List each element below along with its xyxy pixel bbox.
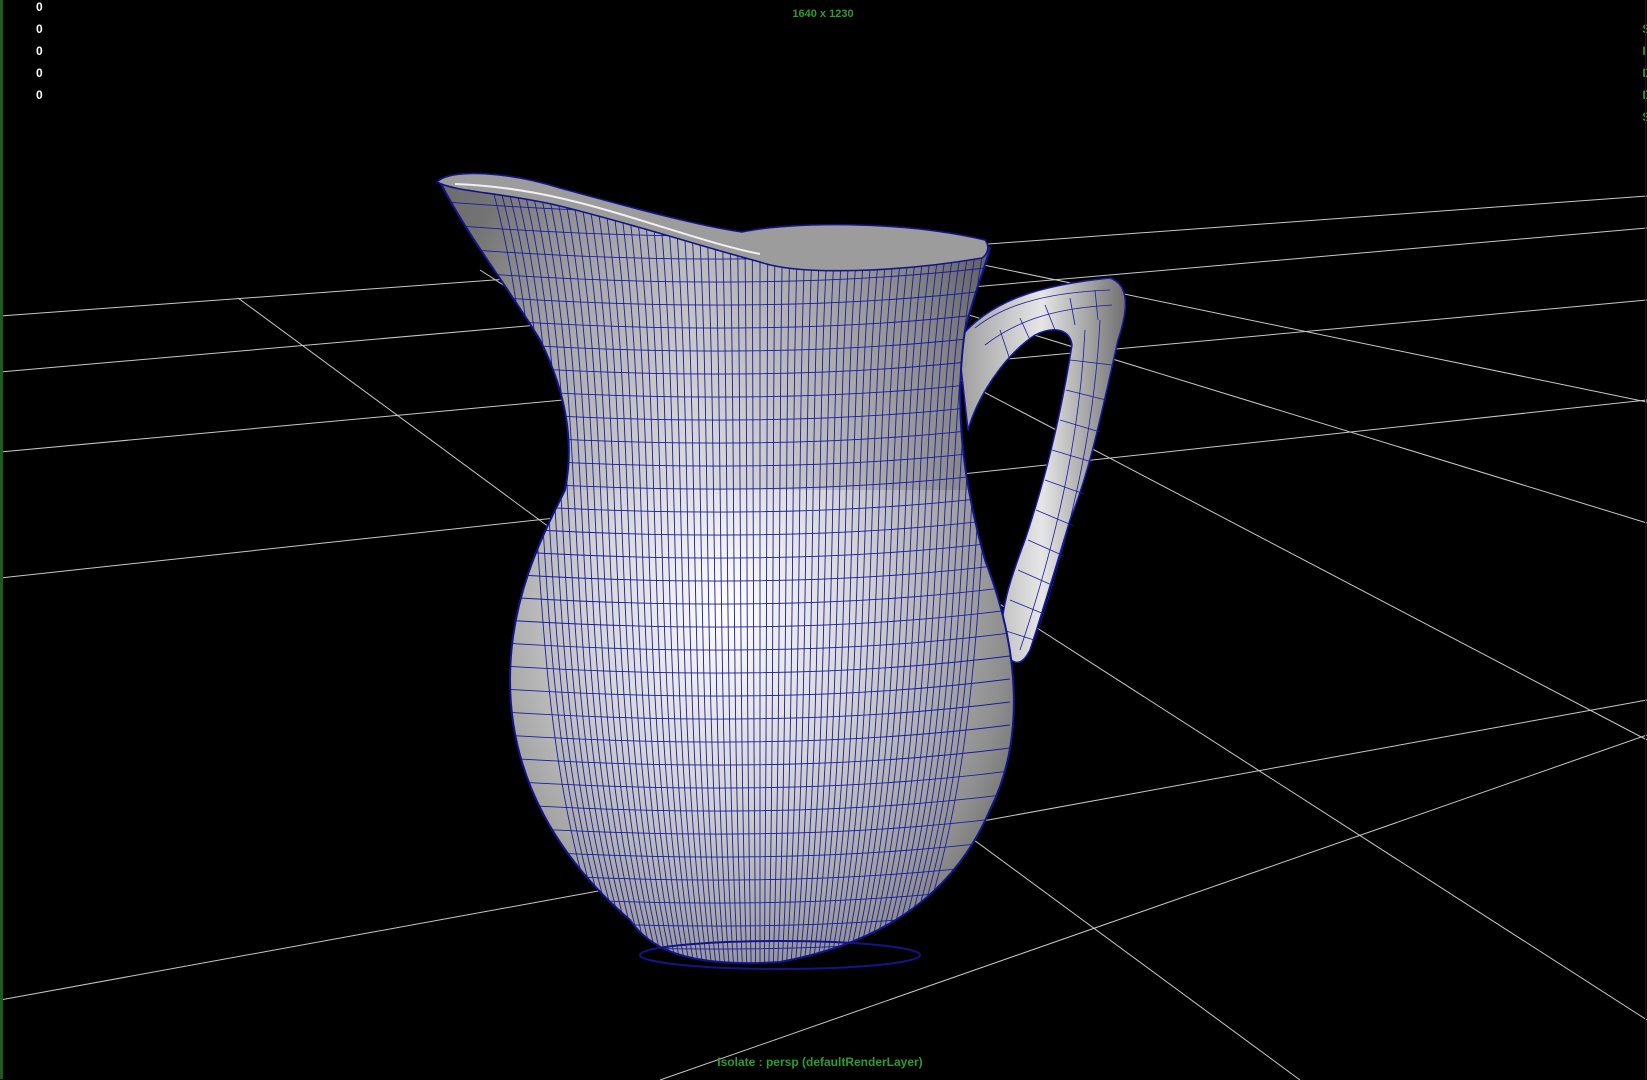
hud-count-faces: 0 [36,44,43,58]
hud-count-verts: 0 [36,0,43,14]
viewport-3d[interactable]: 1640 x 1230 Isolate : persp (defaultRend… [0,0,1647,1080]
pitcher-body [435,172,1015,970]
hud-count-tris: 0 [36,66,43,80]
hud-count-uvs: 0 [36,88,43,102]
hud-right-label: S [1642,22,1647,36]
hud-right-label: I [1642,44,1646,58]
hud-right-labels: S I D D S [1642,22,1647,132]
resolution-label: 1640 x 1230 [792,8,853,20]
hud-right-label: D [1642,88,1647,102]
hud-right-label: D [1642,66,1647,80]
hud-count-edges: 0 [36,22,43,36]
hud-poly-counts: 0 0 0 0 0 [36,0,43,110]
hud-right-label: S [1642,110,1647,124]
scene-canvas[interactable]: 1640 x 1230 Isolate : persp (defaultRend… [0,0,1647,1080]
isolate-label: Isolate : persp (defaultRenderLayer) [717,1055,922,1069]
